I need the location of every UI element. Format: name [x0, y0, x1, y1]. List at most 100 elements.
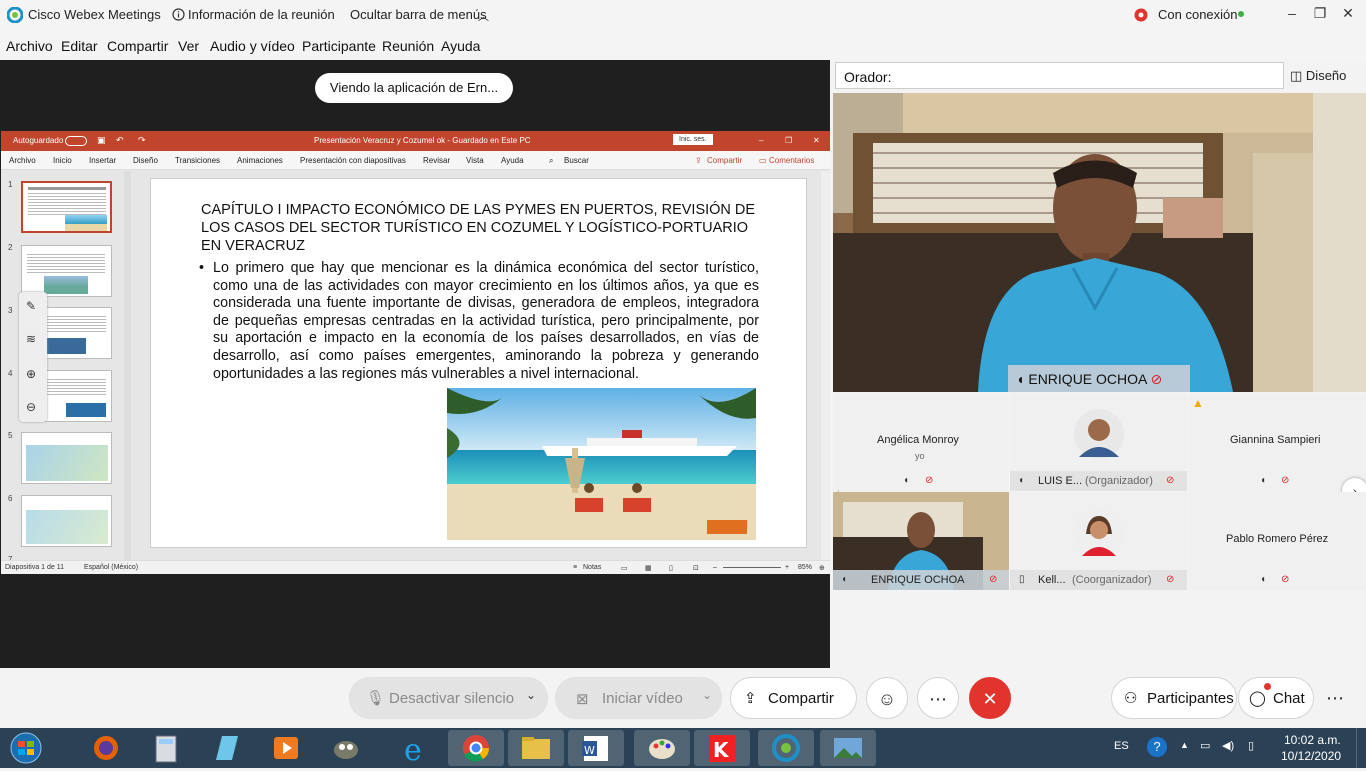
ppt-close-icon[interactable]: ✕	[813, 136, 820, 145]
autosave-toggle[interactable]	[65, 136, 87, 146]
thumbnails-scrollbar[interactable]	[124, 171, 131, 560]
participants-button[interactable]: ⚇ Participantes	[1111, 677, 1237, 719]
show-desktop-button[interactable]	[1356, 728, 1366, 768]
menu-participante[interactable]: Participante	[302, 38, 376, 54]
word-icon[interactable]: W	[568, 730, 624, 766]
slide-thumbnail-6[interactable]	[21, 495, 112, 547]
slide-thumbnail-5[interactable]	[21, 432, 112, 484]
language-indicator[interactable]: ES	[1114, 740, 1129, 752]
ppt-tab-revisar[interactable]: Revisar	[423, 156, 450, 165]
minimize-icon[interactable]: –	[1282, 5, 1302, 23]
normal-view-icon[interactable]: ▭	[621, 564, 628, 572]
zoom-in-icon[interactable]: ⊕	[26, 367, 36, 381]
help-icon[interactable]: ?	[1147, 737, 1167, 757]
viewing-app-label[interactable]: Viendo la aplicación de Ern...	[315, 73, 513, 103]
menu-reunion[interactable]: Reunión	[382, 38, 434, 54]
zoom-slider[interactable]	[723, 567, 781, 568]
chevron-down-icon[interactable]: ⌄	[702, 688, 712, 702]
layout-button[interactable]: ◫ Diseño	[1290, 62, 1362, 89]
tray-expand-icon[interactable]: ▲	[1180, 740, 1189, 750]
action-center-icon[interactable]: ▯	[1248, 739, 1254, 752]
notes-button[interactable]: Notas	[583, 564, 601, 571]
ppt-tab-diseno[interactable]: Diseño	[133, 156, 158, 165]
notes-app-icon[interactable]	[198, 730, 254, 766]
main-speaker-video[interactable]	[833, 93, 1366, 392]
gimp-icon[interactable]	[318, 730, 374, 766]
reactions-button[interactable]: ☺	[866, 677, 908, 719]
chevron-up-icon[interactable]: ︿	[478, 8, 489, 24]
participant-tile[interactable]: ▲ Giannina Sampieri ◖ ⊘	[1188, 393, 1366, 491]
info-icon[interactable]	[172, 8, 185, 21]
ppt-tab-inicio[interactable]: Inicio	[53, 156, 72, 165]
highlighter-icon[interactable]: ≋	[26, 332, 36, 346]
chat-button[interactable]: ◯ Chat	[1238, 677, 1314, 719]
ppt-tab-presentacion[interactable]: Presentación con diapositivas	[300, 156, 406, 165]
slideshow-icon[interactable]: ⊡	[693, 564, 699, 572]
menu-audio-video[interactable]: Audio y vídeo	[210, 38, 295, 54]
ppt-tab-ayuda[interactable]: Ayuda	[501, 156, 524, 165]
end-call-button[interactable]: ✕	[969, 677, 1011, 719]
participant-tile[interactable]: ◖ ENRIQUE OCHOA ⊘	[833, 492, 1009, 590]
menu-editar[interactable]: Editar	[61, 38, 98, 54]
photo-viewer-icon[interactable]	[820, 730, 876, 766]
clock-date[interactable]: 10/12/2020	[1281, 749, 1341, 763]
internet-explorer-icon[interactable]: e	[388, 730, 444, 768]
redo-icon[interactable]: ↷	[138, 135, 146, 146]
network-icon[interactable]: ▭	[1200, 739, 1210, 752]
slide-canvas[interactable]: CAPÍTULO I IMPACTO ECONÓMICO DE LAS PYME…	[150, 178, 807, 548]
sign-in-button[interactable]: Inic. ses.	[673, 134, 713, 145]
ppt-search-label[interactable]: Buscar	[564, 156, 589, 165]
firefox-icon[interactable]	[78, 730, 134, 766]
start-button-icon[interactable]	[8, 732, 44, 764]
ppt-tab-insertar[interactable]: Insertar	[89, 156, 116, 165]
close-icon[interactable]: ✕	[1338, 5, 1358, 23]
clock-time[interactable]: 10:02 a.m.	[1284, 733, 1341, 747]
reading-view-icon[interactable]: ▯	[669, 564, 673, 572]
menu-ayuda[interactable]: Ayuda	[441, 38, 480, 54]
ppt-comments-button[interactable]: Comentarios	[769, 156, 814, 165]
slide-thumbnail-2[interactable]	[21, 245, 112, 297]
ppt-minimize-icon[interactable]: –	[759, 136, 763, 145]
more-options-button[interactable]: ⋯	[917, 677, 959, 719]
fit-slide-icon[interactable]: ⊕	[819, 564, 825, 572]
ppt-share-icon[interactable]: ⇪	[695, 156, 702, 165]
chrome-icon[interactable]	[448, 730, 504, 766]
ppt-tab-animaciones[interactable]: Animaciones	[237, 156, 283, 165]
menu-compartir[interactable]: Compartir	[107, 38, 168, 54]
ppt-search-icon[interactable]: ⌕	[549, 156, 553, 166]
file-explorer-icon[interactable]	[508, 730, 564, 766]
share-button[interactable]: ⇪ Compartir	[730, 677, 857, 719]
undo-icon[interactable]: ↶	[116, 135, 124, 146]
zoom-minus-icon[interactable]: –	[713, 564, 717, 571]
kaspersky-icon[interactable]: K	[694, 730, 750, 766]
slide-scrollbar[interactable]	[821, 171, 830, 560]
zoom-plus-icon[interactable]: +	[785, 564, 789, 571]
participant-tile[interactable]: ▯ Kell... (Coorganizador) ⊘	[1010, 492, 1187, 590]
meeting-info-button[interactable]: Información de la reunión	[188, 7, 335, 22]
participant-tile[interactable]: Angélica Monroy yo ◖ ⊘	[833, 393, 1009, 491]
chevron-down-icon[interactable]: ⌄	[526, 688, 536, 702]
ppt-comments-icon[interactable]: ▭	[759, 156, 767, 165]
start-video-button[interactable]: ⊠ Iniciar vídeo ⌄	[555, 677, 722, 719]
slide-thumbnail-1[interactable]	[21, 181, 112, 233]
hide-menu-bar-button[interactable]: Ocultar barra de menús	[350, 7, 487, 22]
participant-tile[interactable]: ◖ LUIS E... (Organizador) ⊘	[1010, 393, 1187, 491]
maximize-icon[interactable]: ❐	[1310, 5, 1330, 23]
save-icon[interactable]: ▣	[97, 135, 106, 146]
zoom-out-icon[interactable]: ⊖	[26, 400, 36, 414]
notes-icon[interactable]: ≡	[573, 564, 577, 571]
sorter-view-icon[interactable]: ▦	[645, 564, 652, 572]
calculator-icon[interactable]	[138, 730, 194, 766]
menu-archivo[interactable]: Archivo	[6, 38, 53, 54]
unmute-button[interactable]: 🎙︎ Desactivar silencio ⌄	[349, 677, 548, 719]
ppt-tab-vista[interactable]: Vista	[466, 156, 484, 165]
speaker-field[interactable]: Orador:	[835, 62, 1284, 89]
ppt-share-button[interactable]: Compartir	[707, 156, 742, 165]
media-player-icon[interactable]	[258, 730, 314, 766]
ppt-restore-icon[interactable]: ❐	[785, 136, 792, 145]
paint-icon[interactable]	[634, 730, 690, 766]
menu-ver[interactable]: Ver	[178, 38, 199, 54]
volume-icon[interactable]: ◀)	[1222, 739, 1234, 752]
pen-icon[interactable]: ✎	[26, 299, 36, 313]
ppt-tab-archivo[interactable]: Archivo	[9, 156, 36, 165]
